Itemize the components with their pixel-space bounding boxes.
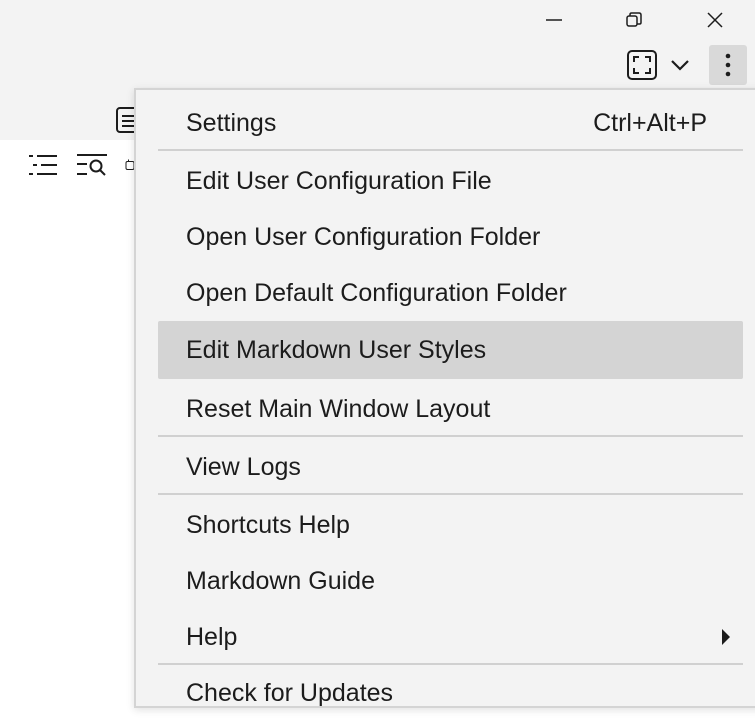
menu-item-label: Edit User Configuration File bbox=[186, 166, 492, 195]
menu-item-label: Open Default Configuration Folder bbox=[186, 278, 567, 307]
menu-item-edit-markdown-user-styles[interactable]: Edit Markdown User Styles bbox=[158, 321, 743, 379]
menu-item-label: Edit Markdown User Styles bbox=[186, 335, 487, 364]
more-options-button[interactable] bbox=[709, 45, 747, 85]
menu-item-open-user-config-folder[interactable]: Open User Configuration Folder bbox=[158, 209, 743, 265]
menu-separator bbox=[158, 493, 743, 495]
menu-separator bbox=[158, 435, 743, 437]
menu-item-edit-user-config[interactable]: Edit User Configuration File bbox=[158, 153, 743, 209]
submenu-arrow-icon bbox=[721, 609, 731, 665]
restore-button[interactable] bbox=[594, 0, 674, 40]
menu-item-settings[interactable]: Settings Ctrl+Alt+P bbox=[158, 95, 743, 151]
menu-item-view-logs[interactable]: View Logs bbox=[158, 439, 743, 495]
menu-item-check-for-updates[interactable]: Check for Updates bbox=[158, 665, 743, 721]
restore-icon bbox=[626, 12, 642, 27]
menu-item-label: Shortcuts Help bbox=[186, 510, 350, 539]
close-icon bbox=[707, 12, 723, 28]
title-bar bbox=[0, 0, 755, 40]
list-icon bbox=[29, 155, 57, 175]
search-list-icon bbox=[77, 154, 107, 176]
menu-item-reset-main-window-layout[interactable]: Reset Main Window Layout bbox=[158, 381, 743, 437]
menu-item-shortcuts-help[interactable]: Shortcuts Help bbox=[158, 497, 743, 553]
chevron-down-icon bbox=[671, 60, 689, 71]
fullscreen-button[interactable] bbox=[622, 45, 662, 85]
menu-item-help[interactable]: Help bbox=[158, 609, 743, 665]
minimize-icon bbox=[546, 19, 562, 21]
menu-separator bbox=[158, 149, 743, 151]
menu-item-label: View Logs bbox=[186, 452, 301, 481]
minimize-button[interactable] bbox=[514, 0, 594, 40]
menu-item-label: Reset Main Window Layout bbox=[186, 394, 491, 423]
menu-item-label: Check for Updates bbox=[186, 678, 394, 707]
menu-item-open-default-config-folder[interactable]: Open Default Configuration Folder bbox=[158, 265, 743, 321]
menu-item-label: Open User Configuration Folder bbox=[186, 222, 541, 251]
close-button[interactable] bbox=[675, 0, 755, 40]
outline-button[interactable] bbox=[26, 150, 60, 180]
more-vertical-icon bbox=[725, 53, 731, 77]
search-outline-button[interactable] bbox=[74, 150, 110, 180]
menu-item-label: Help bbox=[186, 622, 238, 651]
view-dropdown-button[interactable] bbox=[664, 45, 696, 85]
shortcut-label: Ctrl+Alt+P bbox=[593, 108, 707, 137]
fullscreen-icon bbox=[627, 50, 657, 80]
menu-item-label: Settings bbox=[186, 108, 277, 137]
menu-item-markdown-guide[interactable]: Markdown Guide bbox=[158, 553, 743, 609]
menu-item-label: Markdown Guide bbox=[186, 566, 375, 595]
more-options-menu: Settings Ctrl+Alt+P Edit User Configurat… bbox=[134, 88, 755, 708]
